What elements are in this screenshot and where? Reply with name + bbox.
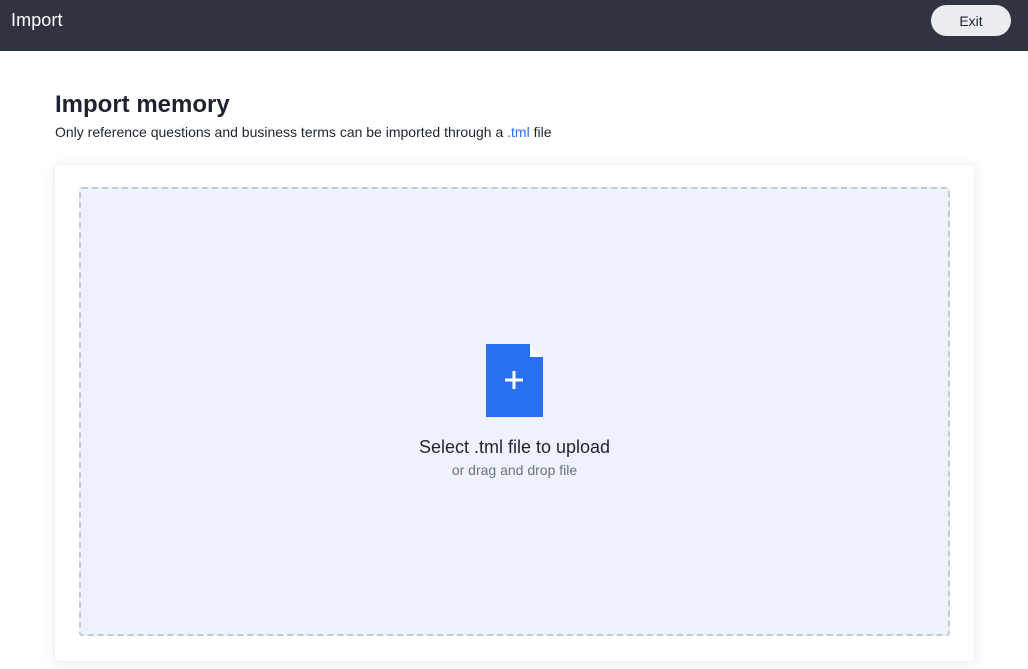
file-dropzone[interactable]: Select .tml file to upload or drag and d… bbox=[79, 187, 950, 636]
page-title: Import memory bbox=[55, 91, 230, 118]
page-subtitle: Only reference questions and business te… bbox=[55, 124, 552, 140]
file-plus-icon bbox=[486, 344, 543, 417]
tml-highlight: .tml bbox=[507, 124, 530, 140]
upload-hint: or drag and drop file bbox=[451, 462, 578, 478]
upload-card: Select .tml file to upload or drag and d… bbox=[55, 165, 974, 661]
top-bar: Import Exit bbox=[0, 0, 1028, 51]
upload-title: Select .tml file to upload bbox=[418, 437, 611, 457]
exit-button[interactable]: Exit bbox=[931, 5, 1011, 36]
subtitle-text: Only reference questions and business te… bbox=[55, 124, 508, 140]
header-title: Import bbox=[11, 10, 63, 30]
subtitle-suffix: file bbox=[529, 124, 552, 140]
